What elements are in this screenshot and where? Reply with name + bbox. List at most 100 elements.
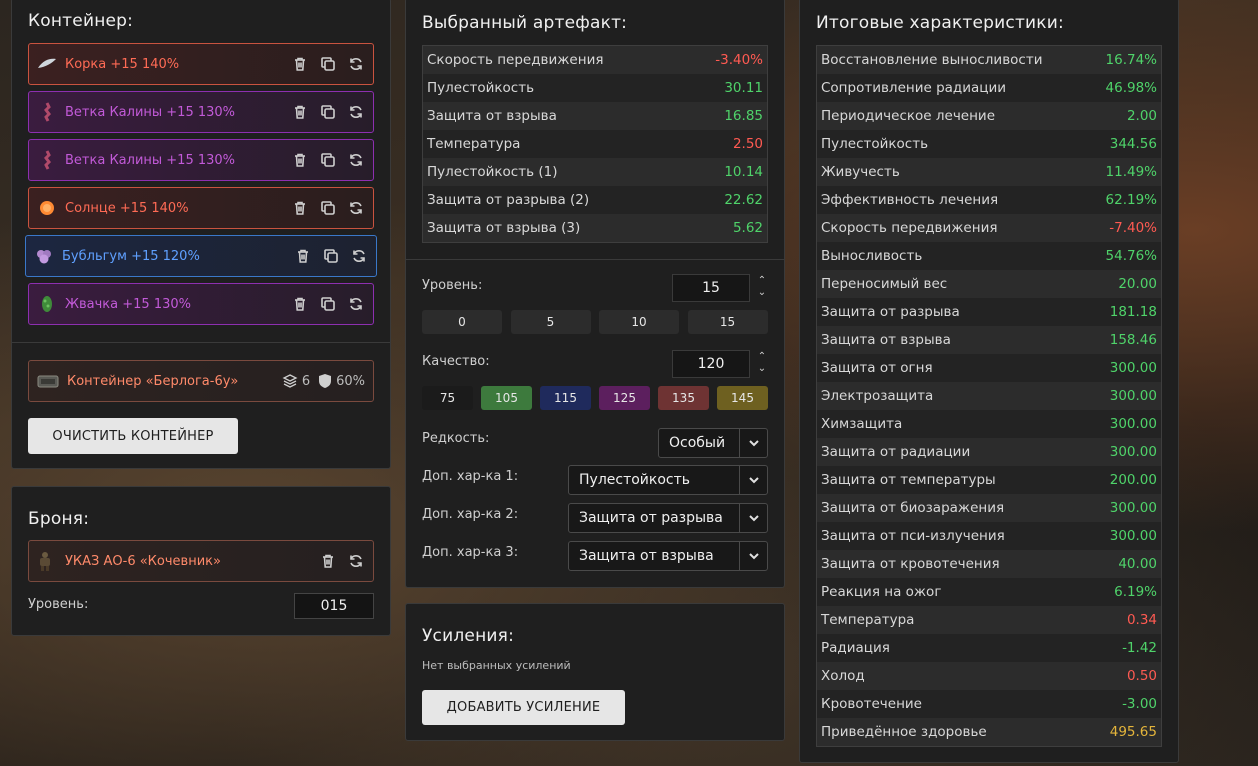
stat-row: Защита от радиации 300.00 — [817, 438, 1161, 466]
trash-icon[interactable] — [291, 55, 309, 73]
stat-value: -3.00 — [1122, 696, 1157, 712]
trash-icon[interactable] — [291, 151, 309, 169]
quality-preset-button[interactable]: 75 — [422, 386, 473, 410]
quality-label: Качество: — [422, 354, 490, 369]
level-preset-button[interactable]: 5 — [510, 310, 591, 334]
stat-label: Электрозащита — [821, 388, 934, 404]
clear-container-button[interactable]: ОЧИСТИТЬ КОНТЕЙНЕР — [28, 418, 238, 454]
stat-label: Защита от биозаражения — [821, 500, 1005, 516]
branch-icon — [37, 150, 57, 170]
chevron-down-icon — [739, 542, 767, 570]
artifact-slot[interactable]: Ветка Калины +15 130% — [28, 91, 374, 133]
quality-preset-button[interactable]: 145 — [717, 386, 768, 410]
copy-icon[interactable] — [322, 247, 340, 265]
extra3-select[interactable]: Защита от взрыва — [568, 541, 768, 571]
copy-icon[interactable] — [319, 151, 337, 169]
container-slots: 6 — [282, 373, 310, 389]
trash-icon[interactable] — [319, 552, 337, 570]
stat-row: Переносимый вес 20.00 — [817, 270, 1161, 298]
add-boost-button[interactable]: ДОБАВИТЬ УСИЛЕНИЕ — [422, 690, 625, 725]
stat-label: Защита от взрыва — [821, 332, 951, 348]
stat-label: Защита от кровотечения — [821, 556, 1000, 572]
divider — [406, 259, 784, 260]
chevron-up-icon[interactable]: ⌃ — [758, 275, 766, 287]
stat-value: -3.40% — [715, 52, 763, 68]
artifact-slot[interactable]: Жвачка +15 130% — [28, 283, 374, 325]
trash-icon[interactable] — [294, 247, 312, 265]
extra2-select[interactable]: Защита от разрыва — [568, 503, 768, 533]
quality-preset-button[interactable]: 135 — [658, 386, 709, 410]
level-preset-button[interactable]: 10 — [599, 310, 679, 334]
quality-preset-button[interactable]: 125 — [599, 386, 650, 410]
extra2-label: Доп. хар-ка 2: — [422, 507, 519, 522]
refresh-icon[interactable] — [350, 247, 368, 265]
refresh-icon[interactable] — [347, 55, 365, 73]
refresh-icon[interactable] — [347, 295, 365, 313]
artifact-title: Выбранный артефакт: — [422, 13, 628, 33]
copy-icon[interactable] — [319, 103, 337, 121]
refresh-icon[interactable] — [347, 552, 365, 570]
level-input[interactable] — [672, 274, 750, 302]
artifact-slot[interactable]: Корка +15 140% — [28, 43, 374, 85]
copy-icon[interactable] — [319, 199, 337, 217]
extra1-select-value: Пулестойкость — [579, 472, 691, 488]
quality-preset-button[interactable]: 115 — [540, 386, 591, 410]
trash-icon[interactable] — [291, 295, 309, 313]
level-spinner[interactable]: ⌃ ⌄ — [756, 275, 768, 299]
extra2-select-value: Защита от разрыва — [579, 510, 723, 526]
armor-level-input[interactable] — [294, 593, 374, 619]
copy-icon[interactable] — [319, 295, 337, 313]
quality-spinner[interactable]: ⌃ ⌄ — [756, 351, 768, 375]
refresh-icon[interactable] — [347, 151, 365, 169]
stat-row: Восстановление выносливости 16.74% — [817, 46, 1161, 74]
boosts-empty-text: Нет выбранных усилений — [422, 659, 571, 672]
stat-label: Живучесть — [821, 164, 900, 180]
stat-value: 495.65 — [1109, 724, 1157, 740]
artifact-slot[interactable]: Солнце +15 140% — [28, 187, 374, 229]
trash-icon[interactable] — [291, 199, 309, 217]
stat-value: 2.00 — [1126, 108, 1157, 124]
bubblegum-icon — [34, 246, 54, 266]
level-preset-button[interactable]: 15 — [687, 310, 768, 334]
artifact-slot[interactable]: Ветка Калины +15 130% — [28, 139, 374, 181]
boosts-panel: Усиления: Нет выбранных усилений ДОБАВИТ… — [405, 603, 785, 741]
container-item[interactable]: Контейнер «Берлога-6у» 6 60% — [28, 360, 374, 402]
stat-value: 6.19% — [1114, 584, 1157, 600]
chevron-up-icon[interactable]: ⌃ — [758, 351, 766, 363]
trash-icon[interactable] — [291, 103, 309, 121]
rarity-select[interactable]: Особый — [658, 428, 768, 458]
refresh-icon[interactable] — [347, 199, 365, 217]
stat-row: Защита от разрыва 181.18 — [817, 298, 1161, 326]
stat-value: 300.00 — [1109, 500, 1157, 516]
extra3-select-value: Защита от взрыва — [579, 548, 714, 564]
refresh-icon[interactable] — [347, 103, 365, 121]
stat-value: 16.85 — [724, 108, 763, 124]
sun-icon — [37, 198, 57, 218]
stat-value: 0.34 — [1126, 612, 1157, 628]
level-preset-button[interactable]: 0 — [422, 310, 502, 334]
container-panel: Контейнер: Корка +15 140% Ветка Калины +1… — [11, 0, 391, 469]
container-title: Контейнер: — [28, 11, 134, 31]
artifact-slot[interactable]: Бубльгум +15 120% — [25, 235, 377, 277]
stat-row: Защита от взрыва (3) 5.62 — [423, 214, 767, 242]
stat-row: Скорость передвижения -7.40% — [817, 214, 1161, 242]
artifact-slot-name: Солнце +15 140% — [65, 200, 189, 216]
stat-value: 54.76% — [1105, 248, 1157, 264]
quality-preset-button[interactable]: 105 — [481, 386, 532, 410]
stat-value: -1.42 — [1122, 640, 1157, 656]
armor-slot[interactable]: УКАЗ АО-6 «Кочевник» — [28, 540, 374, 582]
chevron-down-icon[interactable]: ⌄ — [758, 363, 766, 375]
copy-icon[interactable] — [319, 55, 337, 73]
chevron-down-icon[interactable]: ⌄ — [758, 287, 766, 299]
stat-value: 300.00 — [1109, 360, 1157, 376]
stat-value: 181.18 — [1109, 304, 1157, 320]
extra1-select[interactable]: Пулестойкость — [568, 465, 768, 495]
armor-panel: Броня: УКАЗ АО-6 «Кочевник» Уровень: — [11, 486, 391, 636]
quality-input[interactable] — [672, 350, 750, 378]
totals-panel: Итоговые характеристики: Восстановление … — [799, 0, 1179, 763]
stat-label: Периодическое лечение — [821, 108, 996, 124]
stat-row: Скорость передвижения -3.40% — [423, 46, 767, 74]
armor-title: Броня: — [28, 509, 90, 529]
stat-value: 40.00 — [1118, 556, 1157, 572]
stat-label: Радиация — [821, 640, 890, 656]
